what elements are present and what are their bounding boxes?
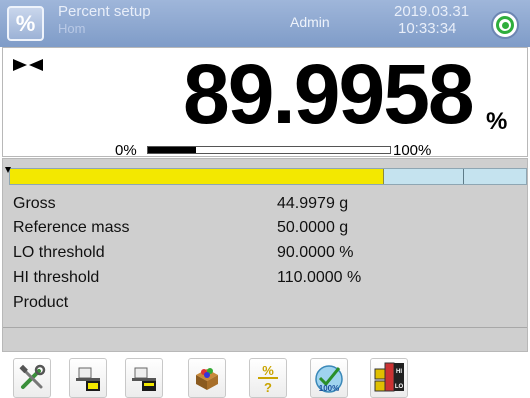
- main-value: 89.9958: [183, 47, 475, 141]
- hi-label: HI: [396, 369, 402, 375]
- settings-tools-icon[interactable]: [13, 358, 51, 398]
- threshold-bar-fill: [10, 169, 385, 184]
- info-label: HI threshold: [13, 269, 100, 286]
- tare-icon[interactable]: [69, 358, 107, 398]
- bottom-toolbar: % ? 100% HI LO: [0, 352, 530, 398]
- threshold-bar: [9, 168, 527, 185]
- status-ok-icon[interactable]: [491, 11, 519, 39]
- status-ring: [496, 16, 514, 34]
- range-min-label: 0%: [115, 142, 137, 159]
- info-value: 44.9979 g: [277, 195, 349, 212]
- info-value: 90.0000 %: [277, 244, 354, 261]
- range-max-label: 100%: [393, 142, 432, 159]
- header-bar: % Percent setup Hom Admin 2019.03.31 10:…: [0, 0, 530, 47]
- status-dot: [501, 21, 509, 29]
- hi-threshold-mark: [462, 169, 464, 184]
- time-label: 10:33:34: [398, 20, 457, 37]
- hi-lo-thresholds-icon[interactable]: HI LO: [370, 358, 408, 398]
- user-name[interactable]: Admin: [290, 14, 330, 30]
- info-value: 110.0000 %: [277, 269, 362, 286]
- info-value: 50.0000 g: [277, 219, 349, 236]
- mode-subtitle: Hom: [58, 21, 86, 36]
- percent-reference-icon[interactable]: % ?: [249, 358, 287, 398]
- threshold-marker-icon: [5, 167, 11, 173]
- percent-icon[interactable]: %: [7, 6, 44, 41]
- weighing-display: 89.9958 % 0% 100%: [2, 47, 528, 159]
- info-label: Product: [13, 294, 69, 311]
- lo-label: LO: [395, 384, 404, 390]
- reference-100-icon[interactable]: 100%: [310, 358, 348, 398]
- percent-reference-top: %: [262, 363, 274, 378]
- info-label: Reference mass: [13, 219, 130, 236]
- info-divider: [3, 327, 527, 328]
- date-label: 2019.03.31: [394, 3, 470, 20]
- range-bar-fill: [148, 147, 197, 153]
- info-label: LO threshold: [13, 244, 105, 261]
- zero-icon[interactable]: [125, 358, 163, 398]
- percent-reference-bottom: ?: [264, 380, 272, 394]
- mode-title: Percent setup: [58, 3, 151, 20]
- stable-indicator-icon: [13, 58, 43, 76]
- info-label: Gross: [13, 195, 56, 212]
- main-unit: %: [486, 108, 508, 135]
- info-panel: Gross 44.9979 g Reference mass 50.0000 g…: [2, 158, 528, 352]
- range-bar: [147, 146, 391, 154]
- reference-100-glyph: 100%: [319, 384, 339, 393]
- mode-icon-glyph: %: [15, 10, 36, 36]
- product-database-icon[interactable]: [188, 358, 226, 398]
